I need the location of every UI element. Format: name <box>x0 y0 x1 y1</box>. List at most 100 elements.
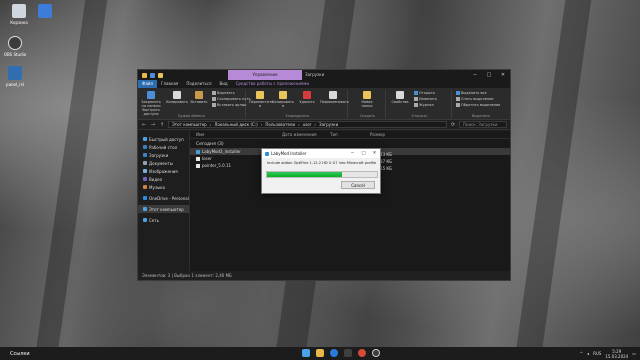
file-explorer-icon[interactable] <box>316 349 324 357</box>
ribbon-group-organize: Переместить в Копировать в Удалить Переи… <box>248 90 349 118</box>
chrome-icon[interactable] <box>358 349 366 357</box>
maximize-button[interactable]: □ <box>482 70 496 80</box>
properties-icon <box>396 91 404 99</box>
properties-button[interactable]: Свойства <box>389 91 411 104</box>
address-bar[interactable]: Этот компьютер › Локальный диск (C:) › Пол… <box>168 121 447 128</box>
notification-icon[interactable]: ▭ <box>632 351 636 356</box>
tab-view[interactable]: Вид <box>215 80 231 88</box>
documents-icon <box>143 161 147 165</box>
new-folder-button[interactable]: Новая папка <box>356 91 378 108</box>
paste-shortcut-button[interactable]: Вставить ярлык <box>212 103 247 107</box>
breadcrumb-downloads[interactable]: Загрузки <box>319 122 338 127</box>
nav-item-downloads[interactable]: Загрузки <box>138 151 189 159</box>
minimize-button[interactable]: ─ <box>468 70 482 80</box>
column-name[interactable]: Имя <box>190 132 276 137</box>
select-all-button[interactable]: Выделить все <box>456 91 487 95</box>
desktop-icon-panel[interactable]: panel_rsl <box>0 66 30 87</box>
nav-item-network[interactable]: Сеть <box>138 216 189 224</box>
folder-icon[interactable] <box>158 72 163 78</box>
column-type[interactable]: Тип <box>324 132 364 137</box>
chevron-up-icon[interactable]: ^ <box>580 351 583 356</box>
language-indicator[interactable]: RUS <box>593 351 601 356</box>
system-tray: ^ ◂ RUS 5:29 15.03.2024 ▭ <box>580 347 636 360</box>
forward-button[interactable]: → <box>150 122 156 128</box>
nav-item-desktop[interactable]: Рабочий стол <box>138 143 189 151</box>
open-button[interactable]: Открыть <box>414 91 435 95</box>
move-to-button[interactable]: Переместить в <box>249 91 273 108</box>
tab-app-tools[interactable]: Средства работы с приложениями <box>232 80 313 88</box>
cancel-button[interactable]: Cancel <box>341 181 375 189</box>
store-icon[interactable] <box>344 349 352 357</box>
tab-share[interactable]: Поделиться <box>182 80 215 88</box>
edge-icon[interactable] <box>330 349 338 357</box>
context-tab-manage[interactable]: Управление <box>228 70 302 80</box>
nav-item-pictures[interactable]: Изображения <box>138 167 189 175</box>
nav-item-onedrive[interactable]: OneDrive - Personal <box>138 194 189 202</box>
speaker-icon[interactable]: ◂ <box>587 351 589 356</box>
installer-window-controls: ─ □ ✕ <box>347 149 380 158</box>
tab-file[interactable]: Файл <box>138 80 158 88</box>
column-date[interactable]: Дата изменения <box>276 132 324 137</box>
history-button[interactable]: Журнал <box>414 103 434 107</box>
select-none-icon <box>456 97 460 101</box>
cloud-icon <box>143 196 147 200</box>
ribbon-tabs: Файл Главная Поделиться Вид Средства раб… <box>138 80 510 88</box>
windows-start-icon[interactable] <box>302 349 310 357</box>
rename-icon <box>329 91 337 99</box>
obs-icon[interactable] <box>372 349 380 357</box>
nav-item-video[interactable]: Видео <box>138 175 189 183</box>
invert-selection-icon <box>456 103 460 107</box>
group-header-today[interactable]: Сегодня (3) <box>190 139 510 148</box>
rename-button[interactable]: Переименовать <box>320 91 349 104</box>
history-icon <box>414 103 418 107</box>
scissors-icon <box>212 91 216 95</box>
column-size[interactable]: Размер <box>364 132 404 137</box>
clock[interactable]: 5:29 15.03.2024 <box>605 349 628 359</box>
nav-item-documents[interactable]: Документы <box>138 159 189 167</box>
breadcrumb-users[interactable]: Пользователи <box>265 122 295 127</box>
installer-minimize-button[interactable]: ─ <box>347 149 358 158</box>
nav-item-quick-access[interactable]: Быстрый доступ <box>138 135 189 143</box>
delete-icon <box>303 91 311 99</box>
desktop-icon-obs[interactable]: OBS Studio <box>0 36 30 57</box>
breadcrumb-drive-c[interactable]: Локальный диск (C:) <box>214 122 257 127</box>
paste-button[interactable]: Вставить <box>188 91 210 104</box>
nav-item-this-pc[interactable]: Этот компьютер <box>138 205 189 213</box>
taskbar: Ссылки ^ ◂ RUS 5:29 15.03.2024 ▭ <box>0 347 640 360</box>
taskbar-search[interactable]: Ссылки <box>0 351 40 357</box>
shortcut-icon <box>212 103 216 107</box>
edit-icon <box>414 97 418 101</box>
cut-button[interactable]: Вырезать <box>212 91 235 95</box>
edit-button[interactable]: Изменить <box>414 97 437 101</box>
invert-selection-button[interactable]: Обратить выделение <box>456 103 500 107</box>
copy-icon <box>173 91 181 99</box>
refresh-button[interactable]: ⟳ <box>450 122 456 128</box>
tab-home[interactable]: Главная <box>157 80 182 88</box>
delete-button[interactable]: Удалить <box>296 91 318 104</box>
select-none-button[interactable]: Снять выделение <box>456 97 494 101</box>
installer-close-button[interactable]: ✕ <box>369 149 380 158</box>
installer-icon <box>196 149 200 154</box>
breadcrumb-user[interactable]: user <box>303 122 312 127</box>
nav-item-music[interactable]: Музыка <box>138 183 189 191</box>
quick-access-toolbar <box>138 72 163 78</box>
shortcut-icon <box>8 66 22 80</box>
copy-to-button[interactable]: Копировать в <box>272 91 294 108</box>
breadcrumb-this-pc[interactable]: Этот компьютер <box>172 122 207 127</box>
window-title: Загрузки <box>305 72 325 77</box>
back-button[interactable]: ← <box>141 122 147 128</box>
close-button[interactable]: ✕ <box>496 70 510 80</box>
ribbon-group-select: Выделить все Снять выделение Обратить вы… <box>454 90 508 118</box>
up-button[interactable]: ↑ <box>159 122 165 128</box>
new-folder-icon <box>363 91 371 99</box>
video-icon <box>143 177 147 181</box>
wallpaper-rock <box>514 0 592 360</box>
copy-button[interactable]: Копировать <box>166 91 188 104</box>
pin-quick-access-button[interactable]: Закрепить на панели быстрого доступа <box>139 91 163 116</box>
installer-dialog: LabyMod Installer ─ □ ✕ Include addon Op… <box>261 148 381 194</box>
desktop-icon-network[interactable] <box>30 4 60 20</box>
save-icon[interactable] <box>150 72 155 78</box>
copy-path-button[interactable]: Скопировать путь <box>212 97 251 101</box>
installer-maximize-button[interactable]: □ <box>358 149 369 158</box>
search-input[interactable]: Поиск: Загрузки <box>459 121 507 128</box>
